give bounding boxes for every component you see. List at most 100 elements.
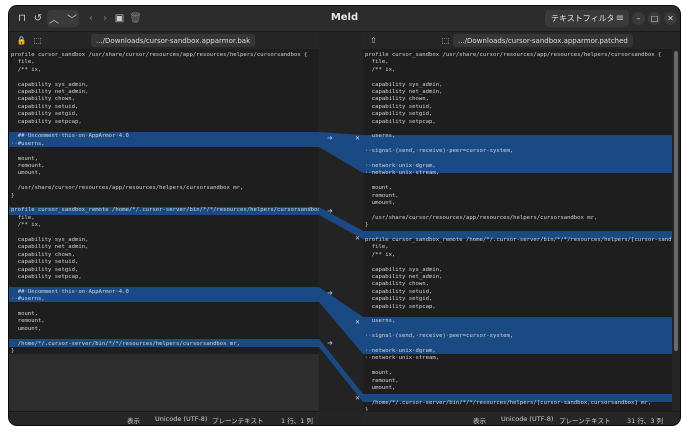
- code-line: capability net_admin,: [365, 89, 443, 95]
- connector-4: [319, 339, 363, 402]
- code-line: ##·Uncomment·this·on·AppArmor·4.0: [11, 133, 129, 140]
- code-line: }: [11, 348, 15, 354]
- code-line: capability chown,: [11, 96, 75, 103]
- copy-right-icon[interactable]: ➜: [327, 339, 333, 347]
- code-line: ··network·unix·dgram,: [365, 348, 436, 354]
- code-line: capability setuid,: [365, 288, 433, 295]
- delete-change-icon[interactable]: ✕: [355, 135, 360, 142]
- right-path-bar: ⇧ ⬚ .../Downloads/cursor-sandbox.apparmo…: [363, 32, 680, 49]
- code-line: capability setgid,: [11, 266, 79, 273]
- right-status-bar: 表示 Unicode (UTF-8) プレーンテキスト 31 行、3 列: [363, 411, 680, 425]
- upload-icon[interactable]: ⇧: [367, 34, 380, 47]
- meld-window: ⊓ ↺ ︿ ﹀ ‹ › ▣ 🗑 Meld テキストフィルター ≡ – □ ✕ 🔒…: [9, 6, 680, 425]
- hamburger-icon[interactable]: ≡: [613, 10, 627, 27]
- code-line: umount,: [11, 325, 42, 332]
- code-line: capability setgid,: [365, 296, 433, 303]
- close-icon[interactable]: ✕: [664, 12, 677, 25]
- code-line: mount,: [11, 155, 38, 162]
- view-menu[interactable]: 表示: [473, 415, 486, 425]
- header-bar: ⊓ ↺ ︿ ﹀ ‹ › ▣ 🗑 Meld テキストフィルター ≡ – □ ✕: [9, 6, 680, 32]
- code-line: mount,: [365, 185, 392, 192]
- code-line: mount,: [11, 311, 38, 317]
- code-line: /** ix,: [365, 251, 396, 258]
- code-line: capability net_admin,: [365, 274, 443, 280]
- delete-change-icon[interactable]: ✕: [355, 235, 360, 242]
- encoding-menu[interactable]: Unicode (UTF-8): [155, 415, 207, 423]
- left-text-pane[interactable]: profile cursor_sandbox /usr/share/cursor…: [9, 49, 319, 411]
- code-line: capability setuid,: [365, 103, 433, 110]
- code-line: file,: [11, 59, 35, 66]
- diff-connectors: [319, 132, 363, 402]
- code-line: ··signal·(send,·receive)·peer=cursor-sys…: [365, 148, 514, 155]
- encoding-menu[interactable]: Unicode (UTF-8): [501, 415, 553, 423]
- cursor-position[interactable]: 31 行、3 列: [627, 415, 663, 425]
- code-line: /** ix,: [11, 222, 42, 229]
- code-line: file,: [11, 214, 35, 221]
- code-line: capability setuid,: [11, 259, 79, 266]
- code-line: mount,: [365, 370, 392, 377]
- lock-icon: 🔒: [16, 36, 27, 45]
- right-text-pane[interactable]: profile cursor_sandbox /usr/share/cursor…: [363, 49, 672, 411]
- copy-right-icon[interactable]: ➜: [327, 289, 333, 297]
- delete-change-icon[interactable]: ✕: [355, 395, 360, 402]
- code-line: profile cursor_sandbox /usr/share/cursor…: [11, 52, 308, 58]
- left-path-bar: 🔒 ⬚ .../Downloads/cursor-sandbox.apparmo…: [9, 32, 319, 49]
- left-file-path[interactable]: .../Downloads/cursor-sandbox.apparmor.ba…: [91, 34, 256, 47]
- code-line: ··network·unix·stream,: [365, 355, 440, 362]
- code-line: capability setgid,: [365, 111, 433, 118]
- left-status-bar: 表示 Unicode (UTF-8) プレーンテキスト 1 行、1 列: [9, 411, 319, 425]
- maximize-icon[interactable]: □: [648, 12, 661, 25]
- code-line: capability setpcap,: [365, 303, 436, 310]
- code-line: capability setpcap,: [11, 118, 82, 125]
- code-line: remount,: [365, 192, 399, 199]
- code-line: }: [11, 192, 15, 199]
- code-line: umount,: [365, 200, 396, 206]
- code-line: ··network·unix·dgram,: [365, 163, 436, 169]
- code-line: file,: [365, 244, 389, 251]
- delete-change-icon[interactable]: ✕: [355, 319, 360, 326]
- code-line: capability sys_admin,: [11, 237, 89, 243]
- right-scrollbar[interactable]: [672, 49, 680, 411]
- code-line: /** ix,: [11, 66, 42, 73]
- right-file-path[interactable]: .../Downloads/cursor-sandbox.apparmor.pa…: [453, 34, 633, 47]
- code-line: capability chown,: [11, 251, 75, 258]
- code-line: profile cursor_sandbox_remote /home/*/.c…: [365, 237, 672, 243]
- code-line: file,: [365, 59, 389, 66]
- code-line: ··network·unix·stream,: [365, 170, 440, 177]
- minimize-icon[interactable]: –: [632, 12, 645, 25]
- copy-right-icon[interactable]: ➜: [327, 134, 333, 142]
- code-line: ··#userns,: [11, 140, 45, 147]
- open-file-icon[interactable]: ⬚: [439, 34, 452, 47]
- code-line: capability sys_admin,: [11, 81, 89, 88]
- syntax-menu[interactable]: プレーンテキスト: [212, 415, 263, 425]
- code-line: ##·Uncomment·this·on·AppArmor·4.0: [11, 288, 129, 295]
- code-line: /home/*/.cursor-server/bin/*/*/resources…: [365, 399, 652, 406]
- code-line: capability setuid,: [11, 103, 79, 110]
- code-line: ··#userns,: [11, 296, 45, 303]
- code-line: capability setpcap,: [365, 118, 436, 125]
- code-line: capability sys_admin,: [365, 266, 443, 273]
- syntax-menu[interactable]: プレーンテキスト: [559, 415, 610, 425]
- view-menu[interactable]: 表示: [127, 415, 140, 425]
- open-file-icon[interactable]: ⬚: [31, 34, 44, 47]
- code-line: capability chown,: [365, 281, 429, 288]
- code-line: /home/*/.cursor-server/bin/*/*/resources…: [11, 340, 241, 347]
- code-line: capability sys_admin,: [365, 81, 443, 88]
- code-line: capability net_admin,: [11, 89, 89, 95]
- left-filler-area: [9, 354, 319, 411]
- code-line: /usr/share/cursor/resources/app/resource…: [11, 185, 244, 192]
- code-line: }: [365, 222, 369, 229]
- code-line: /usr/share/cursor/resources/app/resource…: [365, 214, 598, 221]
- code-line: userns,: [365, 133, 396, 140]
- diff-gutter: ➜ ✕ ➜ ✕ ➜ ✕ ➜ ✕: [319, 49, 363, 411]
- code-line: capability net_admin,: [11, 244, 89, 251]
- cursor-position[interactable]: 1 行、1 列: [281, 415, 313, 425]
- code-line: umount,: [365, 385, 396, 391]
- code-line: capability setgid,: [11, 111, 79, 118]
- code-line: ··signal·(send,·receive)·peer=cursor-sys…: [365, 333, 514, 340]
- code-line: capability chown,: [365, 96, 429, 103]
- code-line: profile cursor_sandbox_remote /home/*/.c…: [11, 207, 319, 214]
- code-line: remount,: [11, 163, 45, 169]
- scroll-thumb[interactable]: [674, 51, 678, 351]
- copy-right-icon[interactable]: ➜: [327, 207, 333, 215]
